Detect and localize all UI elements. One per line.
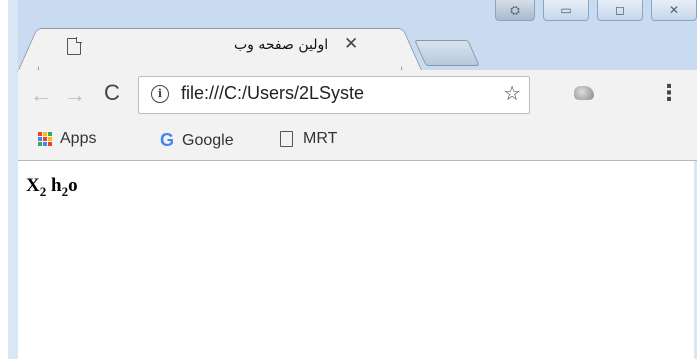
user-profile-button[interactable]: ⛭ xyxy=(495,0,535,21)
apps-grid-dot xyxy=(43,132,47,136)
user-icon: ⛭ xyxy=(510,2,520,17)
h-text: h xyxy=(50,175,62,196)
tab-title: اولین صفحه وب xyxy=(234,37,329,53)
minimize-icon: ▭ xyxy=(560,3,572,17)
apps-grid-dot xyxy=(43,137,47,141)
browser-window: ⛭ ▭ ◻ ✕ اولین صفحه وب ✕ ← → C i file:///… xyxy=(8,0,697,359)
maximize-button[interactable]: ◻ xyxy=(597,0,643,21)
apps-grid-dot xyxy=(43,142,47,146)
tab-active[interactable]: اولین صفحه وب ✕ xyxy=(38,28,402,71)
extension-icon[interactable] xyxy=(574,86,594,100)
reload-icon[interactable]: C xyxy=(104,80,120,106)
bookmark-apps[interactable]: Apps xyxy=(38,130,96,148)
bookmark-mrt[interactable]: MRT xyxy=(280,130,337,148)
back-icon[interactable]: ← xyxy=(30,82,52,108)
apps-grid-dot xyxy=(48,137,52,141)
apps-grid-dot xyxy=(38,132,42,136)
page-icon xyxy=(67,38,81,55)
o-text: o xyxy=(68,175,78,196)
menu-icon[interactable]: ⋮ xyxy=(658,80,680,106)
page-content: X2 h2o xyxy=(18,161,697,359)
close-tab-icon[interactable]: ✕ xyxy=(344,34,358,54)
address-bar[interactable]: i file:///C:/Users/2LSyste ☆ xyxy=(138,76,530,114)
new-tab-button[interactable] xyxy=(414,40,480,66)
close-window-button[interactable]: ✕ xyxy=(651,0,697,21)
url-text[interactable]: file:///C:/Users/2LSyste xyxy=(181,83,364,104)
page-icon xyxy=(280,131,293,147)
title-bar: ⛭ ▭ ◻ ✕ اولین صفحه وب ✕ xyxy=(8,0,697,71)
window-controls: ⛭ ▭ ◻ ✕ xyxy=(487,0,697,22)
apps-grid-dot xyxy=(48,132,52,136)
apps-grid-icon xyxy=(38,132,52,146)
bookmark-star-icon[interactable]: ☆ xyxy=(503,81,521,106)
forward-icon[interactable]: → xyxy=(64,82,86,108)
apps-grid-dot xyxy=(38,137,42,141)
bookmark-apps-label: Apps xyxy=(60,130,97,147)
info-icon[interactable]: i xyxy=(151,85,169,103)
google-icon: G xyxy=(160,130,175,150)
close-window-icon: ✕ xyxy=(668,3,680,17)
browser-toolbar: ← → C i file:///C:/Users/2LSyste ☆ ⋮ xyxy=(18,70,697,120)
apps-grid-dot xyxy=(48,142,52,146)
x-subscript: 2 xyxy=(39,183,47,199)
apps-grid-dot xyxy=(38,142,42,146)
formula-text: X2 h2o xyxy=(26,175,78,200)
x-text: X xyxy=(26,175,40,196)
bookmark-google-label: Google xyxy=(182,131,234,149)
bookmark-google[interactable]: G Google xyxy=(160,130,234,151)
maximize-icon: ◻ xyxy=(615,3,625,17)
minimize-button[interactable]: ▭ xyxy=(543,0,589,21)
bookmark-mrt-label: MRT xyxy=(303,130,338,147)
bookmarks-bar: Apps G Google MRT xyxy=(18,120,697,161)
